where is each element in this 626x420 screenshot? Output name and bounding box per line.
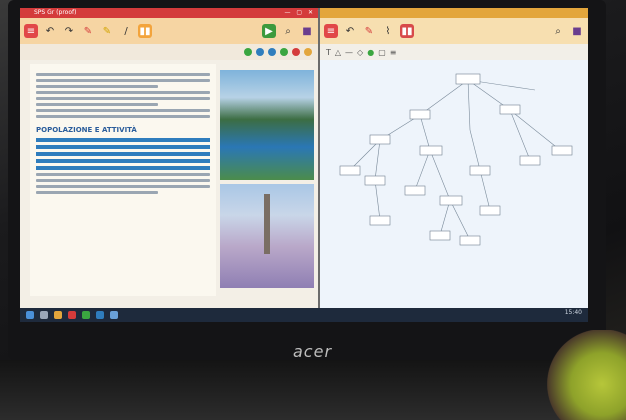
undo-icon[interactable]: ↶ bbox=[43, 24, 57, 38]
color-blue2-icon[interactable] bbox=[268, 48, 276, 56]
map-node[interactable] bbox=[429, 230, 451, 241]
marker-icon[interactable]: ✎ bbox=[362, 24, 376, 38]
start-icon[interactable] bbox=[26, 311, 34, 319]
highlighted-line bbox=[36, 138, 210, 142]
slider-knob-icon[interactable] bbox=[280, 48, 288, 56]
map-node[interactable] bbox=[369, 134, 391, 145]
app-red-icon[interactable] bbox=[68, 311, 76, 319]
laptop-logo: acer bbox=[293, 342, 333, 361]
text-line bbox=[36, 115, 210, 118]
map-node[interactable] bbox=[455, 73, 481, 85]
left-ribbon: ≡ ↶ ↷ ✎ ✎ / ▮▮ ▶ ⌕ ■ bbox=[20, 18, 318, 44]
text-line bbox=[36, 97, 210, 100]
right-secondary-toolbar: T △ — ◇ ● ▢ ≡ bbox=[320, 44, 588, 60]
text-line bbox=[36, 79, 210, 82]
shape-tool-icon[interactable]: △ bbox=[335, 48, 341, 57]
city-photo bbox=[220, 184, 314, 288]
map-node[interactable] bbox=[479, 205, 501, 216]
concept-map bbox=[339, 73, 573, 246]
left-titlebar: SPS Gr (proof) — ▢ ✕ bbox=[20, 8, 318, 18]
play-icon[interactable]: ▶ bbox=[262, 24, 276, 38]
text-line bbox=[36, 179, 210, 182]
foreground-object bbox=[546, 330, 626, 420]
text-line bbox=[36, 73, 210, 76]
map-node[interactable] bbox=[364, 175, 386, 186]
tower bbox=[264, 194, 270, 254]
text-line bbox=[36, 191, 158, 194]
map-node[interactable] bbox=[469, 165, 491, 176]
color-green-icon[interactable] bbox=[244, 48, 252, 56]
map-node[interactable] bbox=[339, 165, 361, 176]
map-node[interactable] bbox=[439, 195, 463, 206]
left-secondary-toolbar bbox=[20, 44, 318, 60]
document-page: POPOLAZIONE E ATTIVITÀ bbox=[30, 64, 216, 296]
map-node[interactable] bbox=[404, 185, 426, 196]
taskbar: 15:40 bbox=[20, 308, 588, 322]
color-blue-icon[interactable] bbox=[256, 48, 264, 56]
text-tool-icon[interactable]: T bbox=[326, 48, 331, 57]
text-line bbox=[36, 85, 158, 88]
folder-icon[interactable] bbox=[54, 311, 62, 319]
undo-icon[interactable]: ↶ bbox=[343, 24, 357, 38]
highlighted-line bbox=[36, 152, 210, 156]
line-tool-icon[interactable]: — bbox=[345, 48, 353, 57]
color-tool-icon[interactable]: ● bbox=[367, 48, 374, 57]
text-line bbox=[36, 91, 210, 94]
menu-icon[interactable]: ≡ bbox=[24, 24, 38, 38]
search-taskbar-icon[interactable] bbox=[40, 311, 48, 319]
color-orange-icon[interactable] bbox=[304, 48, 312, 56]
book-icon[interactable]: ▮▮ bbox=[138, 24, 152, 38]
map-node[interactable] bbox=[519, 155, 541, 166]
book-icon[interactable]: ▮▮ bbox=[400, 24, 414, 38]
map-node[interactable] bbox=[551, 145, 573, 156]
lake-photo bbox=[220, 70, 314, 180]
right-titlebar bbox=[320, 8, 588, 18]
marker-yellow-icon[interactable]: ✎ bbox=[100, 24, 114, 38]
right-app-window: ≡ ↶ ✎ ⌇ ▮▮ ⌕ ■ T △ — ◇ ● ▢ ≡ bbox=[320, 8, 588, 308]
keyboard bbox=[0, 360, 626, 420]
node-tool-icon[interactable]: ◇ bbox=[357, 48, 363, 57]
more-tools-icon[interactable]: ≡ bbox=[390, 48, 397, 57]
browser-icon[interactable] bbox=[96, 311, 104, 319]
menu-icon[interactable]: ≡ bbox=[324, 24, 338, 38]
map-node[interactable] bbox=[409, 109, 431, 120]
left-window-controls[interactable]: — ▢ ✕ bbox=[284, 8, 315, 18]
text-line bbox=[36, 173, 210, 176]
highlighted-line bbox=[36, 145, 210, 149]
color-red-icon[interactable] bbox=[292, 48, 300, 56]
brush-icon[interactable]: ⌇ bbox=[381, 24, 395, 38]
left-app-window: SPS Gr (proof) — ▢ ✕ ≡ ↶ ↷ ✎ ✎ / ▮▮ ▶ ⌕ … bbox=[20, 8, 318, 308]
taskbar-clock: 15:40 bbox=[564, 309, 582, 316]
section-heading: POPOLAZIONE E ATTIVITÀ bbox=[36, 126, 137, 134]
map-node[interactable] bbox=[459, 235, 481, 246]
text-line bbox=[36, 109, 210, 112]
app-green-icon[interactable] bbox=[82, 311, 90, 319]
laptop-screen: SPS Gr (proof) — ▢ ✕ ≡ ↶ ↷ ✎ ✎ / ▮▮ ▶ ⌕ … bbox=[20, 8, 588, 308]
search-icon[interactable]: ⌕ bbox=[281, 24, 295, 38]
highlighted-line bbox=[36, 166, 210, 170]
text-line bbox=[36, 103, 158, 106]
map-node[interactable] bbox=[419, 145, 443, 156]
highlighted-line bbox=[36, 159, 210, 163]
map-node[interactable] bbox=[369, 215, 391, 226]
text-line bbox=[36, 185, 210, 188]
search-icon[interactable]: ⌕ bbox=[551, 24, 565, 38]
pen-icon[interactable]: / bbox=[119, 24, 133, 38]
right-ribbon: ≡ ↶ ✎ ⌇ ▮▮ ⌕ ■ bbox=[320, 18, 588, 44]
shop-icon[interactable]: ■ bbox=[300, 24, 314, 38]
redo-icon[interactable]: ↷ bbox=[62, 24, 76, 38]
app-blue-icon[interactable] bbox=[110, 311, 118, 319]
left-window-title: SPS Gr (proof) bbox=[34, 9, 77, 16]
map-node[interactable] bbox=[499, 104, 521, 115]
marker-red-icon[interactable]: ✎ bbox=[81, 24, 95, 38]
image-tool-icon[interactable]: ▢ bbox=[378, 48, 386, 57]
shop-icon[interactable]: ■ bbox=[570, 24, 584, 38]
